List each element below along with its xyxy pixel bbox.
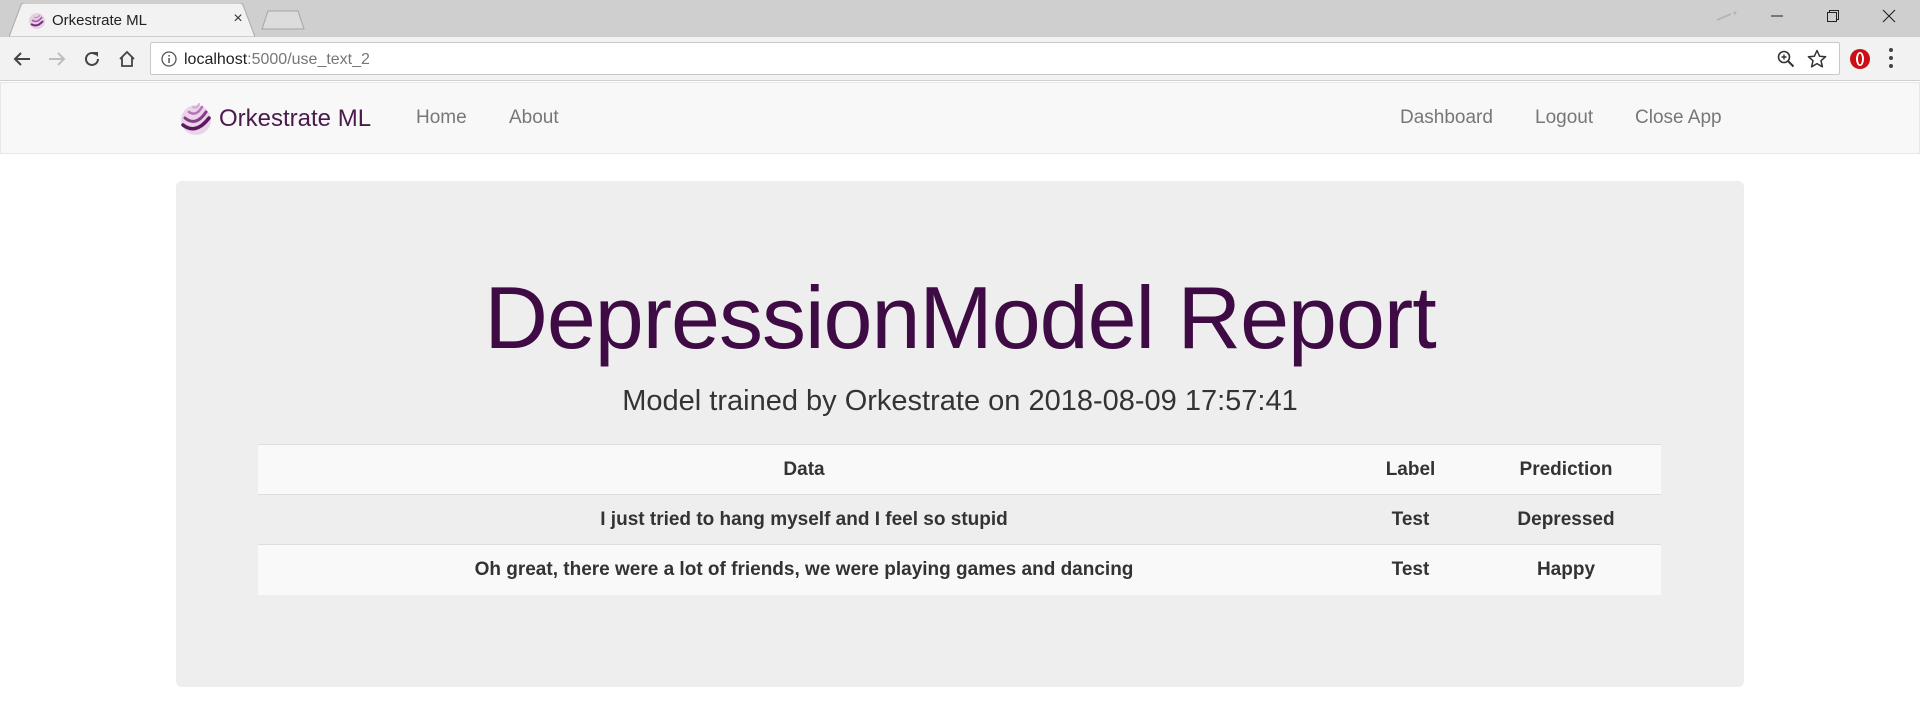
address-bar[interactable]: localhost:5000/use_text_2	[150, 42, 1840, 75]
cell-label: Test	[1350, 544, 1471, 595]
window-extra-icon	[1698, 0, 1754, 32]
opera-icon[interactable]	[1849, 48, 1871, 75]
column-header-label: Label	[1350, 444, 1471, 495]
close-window-button[interactable]	[1861, 0, 1917, 32]
nav-link-about[interactable]: About	[509, 107, 559, 129]
restore-button[interactable]	[1805, 0, 1861, 32]
report-subtitle: Model trained by Orkestrate on 2018-08-0…	[622, 385, 1298, 417]
results-table: Data Label Prediction I just tried to ha…	[258, 444, 1661, 595]
cell-prediction: Happy	[1471, 544, 1661, 595]
page-content: Orkestrate ML Home About Dashboard Logou…	[0, 82, 1920, 718]
browser-toolbar: localhost:5000/use_text_2	[0, 37, 1920, 81]
nav-link-home[interactable]: Home	[416, 107, 467, 129]
report-title: DepressionModel Report	[484, 268, 1436, 367]
cell-prediction: Depressed	[1471, 494, 1661, 545]
column-header-prediction: Prediction	[1471, 444, 1661, 495]
zoom-icon[interactable]	[1777, 50, 1795, 73]
browser-tab-bar: Orkestrate ML ×	[0, 0, 1920, 37]
kebab-menu-icon[interactable]	[1888, 47, 1894, 74]
url-text[interactable]: localhost:5000/use_text_2	[184, 51, 370, 69]
browser-tab-active[interactable]: Orkestrate ML ×	[9, 3, 255, 37]
info-icon[interactable]	[161, 51, 177, 67]
brand-name: Orkestrate ML	[219, 105, 372, 132]
table-header-row: Data Label Prediction	[258, 444, 1661, 495]
minimize-button[interactable]	[1749, 0, 1805, 32]
tab-title: Orkestrate ML	[52, 12, 148, 29]
brand-link[interactable]: Orkestrate ML	[178, 100, 371, 138]
column-header-data: Data	[258, 444, 1350, 495]
nav-link-close-app[interactable]: Close App	[1635, 107, 1722, 129]
url-host: localhost	[184, 51, 248, 68]
table-row: I just tried to hang myself and I feel s…	[258, 494, 1661, 545]
site-navbar: Orkestrate ML Home About Dashboard Logou…	[0, 82, 1920, 154]
home-icon[interactable]	[114, 46, 140, 72]
orkestrate-logo-icon	[28, 12, 46, 30]
tab-close-icon[interactable]: ×	[228, 9, 248, 29]
orkestrate-logo-icon	[178, 101, 214, 137]
reload-icon[interactable]	[79, 46, 105, 72]
nav-link-dashboard[interactable]: Dashboard	[1400, 107, 1493, 129]
nav-link-logout[interactable]: Logout	[1535, 107, 1593, 129]
forward-arrow-icon[interactable]	[44, 46, 70, 72]
cell-data: Oh great, there were a lot of friends, w…	[258, 544, 1350, 595]
new-tab-button[interactable]	[260, 9, 306, 31]
report-panel: DepressionModel Report Model trained by …	[176, 181, 1744, 687]
star-icon[interactable]	[1807, 49, 1827, 74]
cell-data: I just tried to hang myself and I feel s…	[258, 494, 1350, 545]
cell-label: Test	[1350, 494, 1471, 545]
url-path: :5000/use_text_2	[247, 51, 370, 68]
back-arrow-icon[interactable]	[9, 46, 35, 72]
table-row: Oh great, there were a lot of friends, w…	[258, 544, 1661, 595]
